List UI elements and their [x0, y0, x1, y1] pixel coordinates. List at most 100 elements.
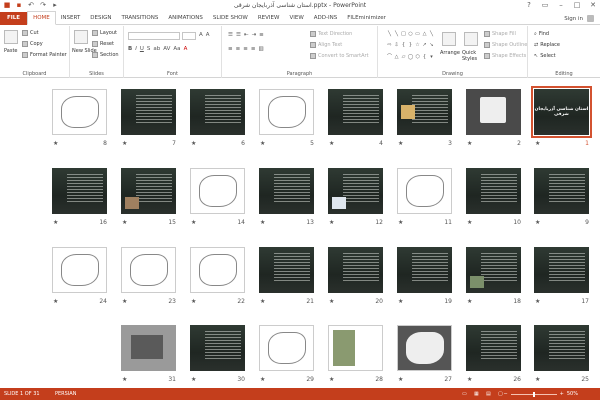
new-slide-icon[interactable]	[74, 30, 88, 44]
slide-transition-star-icon[interactable]: ★	[467, 140, 472, 147]
slide-thumbnail-26[interactable]	[466, 325, 521, 371]
select-button[interactable]: ↖ Select	[534, 53, 556, 59]
copy-button[interactable]: Copy	[22, 41, 43, 47]
close-button[interactable]: ✕	[588, 1, 598, 9]
tab-add-ins[interactable]: ADD-INS	[309, 12, 342, 25]
slide-thumbnail-7[interactable]	[121, 89, 176, 135]
slide-transition-star-icon[interactable]: ★	[53, 298, 58, 305]
reading-view-icon[interactable]: ▢	[498, 391, 503, 397]
line-shape-icon[interactable]: ╲	[386, 30, 393, 41]
strikethrough-button[interactable]: ab	[153, 46, 160, 52]
arrow-shape-icon[interactable]: ↘	[428, 41, 435, 52]
slide-transition-star-icon[interactable]: ★	[122, 219, 127, 226]
columns-icon[interactable]: ▥	[258, 46, 263, 52]
slide-transition-star-icon[interactable]: ★	[191, 376, 196, 383]
slide-transition-star-icon[interactable]: ★	[191, 219, 196, 226]
bullets-icon[interactable]: ☰	[228, 32, 233, 38]
character-spacing-button[interactable]: AV	[163, 46, 170, 52]
slide-transition-star-icon[interactable]: ★	[329, 140, 334, 147]
section-button[interactable]: Section	[92, 52, 119, 58]
slide-thumbnail-19[interactable]	[397, 247, 452, 293]
slide-thumbnail-15[interactable]	[121, 168, 176, 214]
grow-font-icon[interactable]: A	[199, 32, 203, 38]
replace-button[interactable]: ⇄ Replace	[534, 42, 560, 48]
notes-icon[interactable]: ▭	[462, 391, 467, 397]
align-right-icon[interactable]: ≡	[243, 46, 248, 52]
slide-transition-star-icon[interactable]: ★	[122, 298, 127, 305]
slide-thumbnail-5[interactable]	[259, 89, 314, 135]
tab-slide-show[interactable]: SLIDE SHOW	[208, 12, 253, 25]
slide-transition-star-icon[interactable]: ★	[329, 376, 334, 383]
brace-shape-icon[interactable]: }	[407, 41, 414, 52]
help-icon[interactable]: ?	[524, 1, 534, 9]
slide-thumbnail-12[interactable]	[328, 168, 383, 214]
zoom-slider-thumb[interactable]	[532, 391, 535, 397]
more-shapes-icon[interactable]: ▾	[428, 53, 435, 64]
change-case-button[interactable]: Aa	[173, 46, 180, 52]
line-shape-icon[interactable]: ╲	[428, 30, 435, 41]
slide-thumbnail-30[interactable]	[190, 325, 245, 371]
slide-thumbnail-2[interactable]	[466, 89, 521, 135]
find-button[interactable]: ⌕ Find	[534, 31, 549, 37]
brace-shape-icon[interactable]: {	[400, 41, 407, 52]
increase-indent-icon[interactable]: ⇥	[251, 32, 256, 38]
tab-review[interactable]: REVIEW	[253, 12, 285, 25]
slide-transition-star-icon[interactable]: ★	[122, 140, 127, 147]
slide-transition-star-icon[interactable]: ★	[53, 140, 58, 147]
slide-transition-star-icon[interactable]: ★	[398, 140, 403, 147]
star-shape-icon[interactable]: ☆	[414, 41, 421, 52]
minimize-button[interactable]: –	[556, 1, 566, 9]
numbering-icon[interactable]: ☰	[236, 32, 241, 38]
text-direction-button[interactable]: Text Direction	[310, 31, 352, 37]
slide-transition-star-icon[interactable]: ★	[329, 298, 334, 305]
slide-thumbnail-1[interactable]: استان شناسی آذربایجان شرقی	[531, 86, 592, 138]
quick-styles-icon[interactable]	[464, 32, 478, 46]
curve-shape-icon[interactable]: ⌒	[386, 53, 393, 64]
slide-transition-star-icon[interactable]: ★	[398, 376, 403, 383]
slide-transition-star-icon[interactable]: ★	[398, 298, 403, 305]
brace-shape-icon[interactable]: {	[421, 53, 428, 64]
zoom-slider[interactable]	[510, 391, 557, 397]
slide-transition-star-icon[interactable]: ★	[467, 298, 472, 305]
shape-effects-button[interactable]: Shape Effects	[484, 53, 526, 59]
arrow-shape-icon[interactable]: ⇩	[393, 41, 400, 52]
paste-icon[interactable]	[4, 30, 18, 44]
bold-button[interactable]: B	[128, 46, 132, 52]
rectangle-shape-icon[interactable]: □	[400, 30, 407, 41]
oval-shape-icon[interactable]: ◯	[407, 53, 414, 64]
oval-shape-icon[interactable]: ○	[407, 30, 414, 41]
font-size-box[interactable]	[182, 32, 196, 40]
slide-sorter-view-icon[interactable]: ▤	[486, 391, 491, 397]
paste-button[interactable]: Paste	[4, 48, 18, 54]
shrink-font-icon[interactable]: A	[206, 32, 210, 38]
zoom-in-icon[interactable]: +	[560, 391, 564, 397]
italic-button[interactable]: I	[135, 46, 137, 52]
slide-thumbnail-16[interactable]	[52, 168, 107, 214]
align-center-icon[interactable]: ≡	[236, 46, 241, 52]
slide-transition-star-icon[interactable]: ★	[191, 298, 196, 305]
decrease-indent-icon[interactable]: ⇤	[244, 32, 249, 38]
slide-thumbnail-9[interactable]	[534, 168, 589, 214]
tab-design[interactable]: DESIGN	[85, 12, 116, 25]
slide-transition-star-icon[interactable]: ★	[260, 376, 265, 383]
slide-thumbnail-31[interactable]	[121, 325, 176, 371]
slide-transition-star-icon[interactable]: ★	[260, 140, 265, 147]
quick-styles-button[interactable]: Quick Styles	[462, 50, 482, 62]
shape-outline-button[interactable]: Shape Outline	[484, 42, 527, 48]
slide-thumbnail-20[interactable]	[328, 247, 383, 293]
slide-thumbnail-17[interactable]	[534, 247, 589, 293]
tab-home[interactable]: HOME	[27, 11, 56, 25]
font-color-button[interactable]: A	[184, 46, 188, 52]
slide-transition-star-icon[interactable]: ★	[467, 376, 472, 383]
slide-transition-star-icon[interactable]: ★	[191, 140, 196, 147]
shape-fill-button[interactable]: Shape Fill	[484, 31, 516, 37]
language-indicator[interactable]: PERSIAN	[55, 391, 76, 397]
slide-thumbnail-11[interactable]	[397, 168, 452, 214]
cut-button[interactable]: Cut	[22, 30, 39, 36]
slide-thumbnail-4[interactable]	[328, 89, 383, 135]
normal-view-icon[interactable]: ▦	[474, 391, 479, 397]
align-left-icon[interactable]: ≡	[228, 46, 233, 52]
slide-thumbnail-23[interactable]	[121, 247, 176, 293]
slide-thumbnail-13[interactable]	[259, 168, 314, 214]
slide-transition-star-icon[interactable]: ★	[398, 219, 403, 226]
